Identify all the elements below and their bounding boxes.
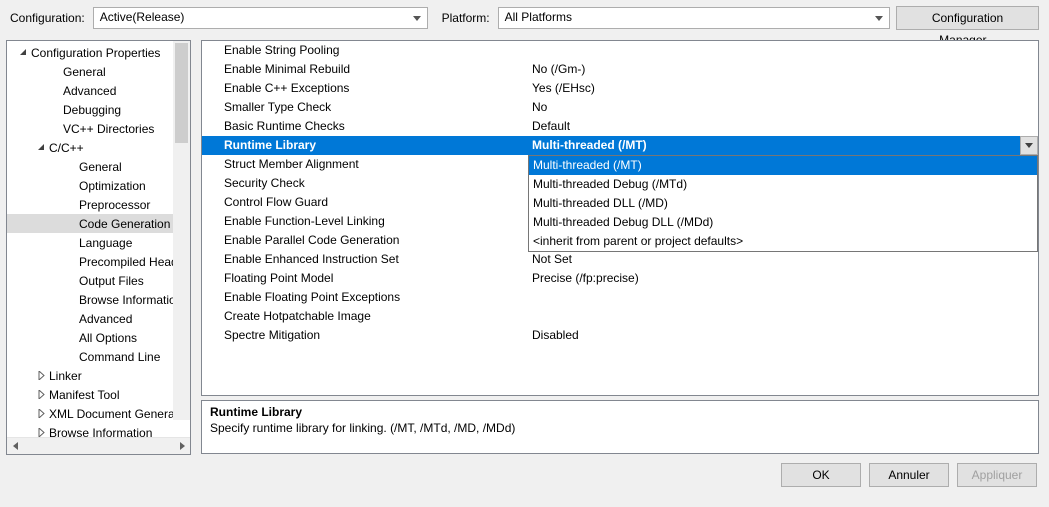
property-label: Enable Enhanced Instruction Set: [202, 250, 528, 269]
tree-item[interactable]: Debugging: [7, 100, 190, 119]
configuration-combo[interactable]: Active(Release): [93, 7, 428, 29]
tree-root[interactable]: Configuration Properties: [7, 43, 190, 62]
property-label: Security Check: [202, 174, 528, 193]
tree-panel: Configuration PropertiesGeneralAdvancedD…: [6, 40, 191, 455]
dropdown-item[interactable]: Multi-threaded DLL (/MD): [529, 194, 1037, 213]
property-label: Enable String Pooling: [202, 41, 528, 60]
scroll-right-icon[interactable]: [173, 438, 190, 455]
tree-cc-item[interactable]: Code Generation: [7, 214, 190, 233]
property-row[interactable]: Spectre Mitigation Disabled: [202, 326, 1038, 345]
ok-button[interactable]: OK: [781, 463, 861, 487]
tree-cc[interactable]: C/C++: [7, 138, 190, 157]
collapse-icon[interactable]: [35, 142, 47, 154]
tree-cc-item[interactable]: General: [7, 157, 190, 176]
expand-icon[interactable]: [35, 408, 47, 420]
cancel-button[interactable]: Annuler: [869, 463, 949, 487]
tree-item[interactable]: Browse Information: [7, 423, 190, 437]
property-value[interactable]: [528, 41, 1038, 60]
property-grid: Enable String Pooling Enable Minimal Reb…: [201, 40, 1039, 396]
tree-cc-item[interactable]: All Options: [7, 328, 190, 347]
tree-vscrollbar[interactable]: [173, 41, 190, 420]
tree-cc-item[interactable]: Advanced: [7, 309, 190, 328]
property-row[interactable]: Enable Enhanced Instruction Set Not Set: [202, 250, 1038, 269]
tree-cc-item[interactable]: Preprocessor: [7, 195, 190, 214]
property-value[interactable]: [528, 307, 1038, 326]
property-label: Basic Runtime Checks: [202, 117, 528, 136]
dropdown-item[interactable]: Multi-threaded Debug (/MTd): [529, 175, 1037, 194]
configuration-label: Configuration:: [10, 11, 85, 25]
property-label: Runtime Library: [202, 136, 528, 155]
property-row[interactable]: Enable String Pooling: [202, 41, 1038, 60]
tree-cc-item[interactable]: Browse Information: [7, 290, 190, 309]
property-value[interactable]: Precise (/fp:precise): [528, 269, 1038, 288]
tree-item[interactable]: XML Document Genera: [7, 404, 190, 423]
tree-item[interactable]: Advanced: [7, 81, 190, 100]
tree-item[interactable]: Manifest Tool: [7, 385, 190, 404]
property-label: Enable Floating Point Exceptions: [202, 288, 528, 307]
expand-icon[interactable]: [35, 427, 47, 438]
property-label: Control Flow Guard: [202, 193, 528, 212]
tree-item[interactable]: General: [7, 62, 190, 81]
tree-cc-item[interactable]: Precompiled Heade: [7, 252, 190, 271]
property-row[interactable]: Create Hotpatchable Image: [202, 307, 1038, 326]
property-value[interactable]: Default: [528, 117, 1038, 136]
property-value[interactable]: No: [528, 98, 1038, 117]
property-label: Create Hotpatchable Image: [202, 307, 528, 326]
property-label: Smaller Type Check: [202, 98, 528, 117]
property-row[interactable]: Basic Runtime Checks Default: [202, 117, 1038, 136]
property-value[interactable]: No (/Gm-): [528, 60, 1038, 79]
tree-item[interactable]: Linker: [7, 366, 190, 385]
property-row[interactable]: Floating Point Model Precise (/fp:precis…: [202, 269, 1038, 288]
property-label: Spectre Mitigation: [202, 326, 528, 345]
configuration-manager-button[interactable]: Configuration Manager...: [896, 6, 1039, 30]
property-label: Enable Minimal Rebuild: [202, 60, 528, 79]
property-row[interactable]: Enable Floating Point Exceptions: [202, 288, 1038, 307]
property-row[interactable]: Enable C++ Exceptions Yes (/EHsc): [202, 79, 1038, 98]
property-value[interactable]: Disabled: [528, 326, 1038, 345]
dropdown-item[interactable]: <inherit from parent or project defaults…: [529, 232, 1037, 251]
expand-icon[interactable]: [35, 389, 47, 401]
tree-item[interactable]: VC++ Directories: [7, 119, 190, 138]
tree-cc-item[interactable]: Optimization: [7, 176, 190, 195]
runtime-library-dropdown[interactable]: Multi-threaded (/MT)Multi-threaded Debug…: [528, 155, 1038, 252]
property-row[interactable]: Runtime Library Multi-threaded (/MT): [202, 136, 1038, 155]
scroll-left-icon[interactable]: [7, 438, 24, 455]
dropdown-icon[interactable]: [1020, 136, 1038, 155]
expand-icon[interactable]: [35, 370, 47, 382]
dropdown-item[interactable]: Multi-threaded Debug DLL (/MDd): [529, 213, 1037, 232]
tree-cc-item[interactable]: Command Line: [7, 347, 190, 366]
property-label: Enable C++ Exceptions: [202, 79, 528, 98]
property-value[interactable]: Multi-threaded (/MT): [528, 136, 1038, 155]
description-panel: Runtime Library Specify runtime library …: [201, 400, 1039, 454]
platform-label: Platform:: [442, 11, 490, 25]
property-value[interactable]: Not Set: [528, 250, 1038, 269]
property-label: Enable Function-Level Linking: [202, 212, 528, 231]
property-label: Floating Point Model: [202, 269, 528, 288]
property-label: Struct Member Alignment: [202, 155, 528, 174]
apply-button[interactable]: Appliquer: [957, 463, 1037, 487]
description-title: Runtime Library: [210, 405, 1030, 419]
tree-hscrollbar[interactable]: [7, 437, 190, 454]
property-value[interactable]: [528, 288, 1038, 307]
description-text: Specify runtime library for linking. (/M…: [210, 421, 1030, 435]
property-row[interactable]: Smaller Type Check No: [202, 98, 1038, 117]
dropdown-item[interactable]: Multi-threaded (/MT): [529, 156, 1037, 175]
collapse-icon[interactable]: [17, 47, 29, 59]
tree-cc-item[interactable]: Output Files: [7, 271, 190, 290]
property-row[interactable]: Enable Minimal Rebuild No (/Gm-): [202, 60, 1038, 79]
tree-cc-item[interactable]: Language: [7, 233, 190, 252]
property-label: Enable Parallel Code Generation: [202, 231, 528, 250]
platform-combo[interactable]: All Platforms: [498, 7, 890, 29]
property-value[interactable]: Yes (/EHsc): [528, 79, 1038, 98]
